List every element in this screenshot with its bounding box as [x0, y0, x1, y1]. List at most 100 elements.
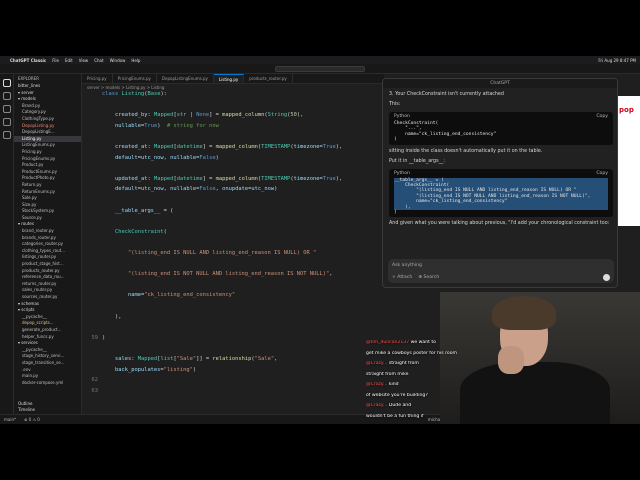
stream-chat-message: @Crazy... straight from [366, 361, 502, 372]
run-debug-icon[interactable] [2, 118, 11, 126]
copy-code-button[interactable]: Copy [596, 171, 608, 176]
editor-tab[interactable]: PricingEnums.py [113, 74, 157, 83]
explorer-item[interactable]: clothing_types_rout... [14, 248, 81, 255]
explorer-item[interactable]: main.py [14, 373, 81, 380]
search-icon[interactable] [2, 92, 11, 100]
menubar-clock[interactable]: Fri Aug 29 8:47 PM [598, 58, 636, 63]
menubar-chat[interactable]: Chat [94, 58, 103, 63]
explorer-item[interactable]: PricingEnums.py [14, 156, 81, 163]
explorer-item[interactable]: products_router.py [14, 268, 81, 275]
chat-code-block-2: Python Copy __table_args__ = ( CheckCons… [389, 168, 613, 218]
code-line: default=utc_now, nullable=False, onupdat… [82, 186, 384, 195]
editor-tab[interactable]: Pricing.py [82, 74, 113, 83]
search-button[interactable]: ⊕ Search [418, 275, 439, 280]
chat-input-box[interactable]: Ask anything + Attach ⊕ Search [388, 259, 614, 283]
explorer-item[interactable]: stage_transition_se... [14, 360, 81, 367]
explorer-item[interactable]: __pycache__ [14, 314, 81, 321]
breadcrumb[interactable]: server > models > Listing.py > Listing [82, 84, 384, 91]
explorer-item[interactable]: ▾ routes [14, 221, 81, 228]
explorer-item[interactable]: .env [14, 367, 81, 374]
explorer-item[interactable]: ▾ models [14, 96, 81, 103]
explorer-sidebar: Explorer bitter_lines ▾ server ▾ models Br… [14, 74, 82, 414]
stream-chat-message: wouldn't be a fun thing if [366, 414, 502, 425]
code-text: nullable=True) # string for now [114, 122, 219, 129]
line-number: 59 [91, 334, 99, 341]
explorer-item[interactable]: brand_router.py [14, 228, 81, 235]
explorer-item[interactable]: sources_router.py [14, 294, 81, 301]
explorer-icon[interactable] [2, 79, 11, 87]
send-icon[interactable] [603, 274, 610, 281]
explorer-item[interactable]: sales_router.py [14, 287, 81, 294]
explorer-item[interactable]: docker-compose.yml [14, 380, 81, 387]
menubar-edit[interactable]: Edit [65, 58, 73, 63]
explorer-item[interactable]: Sale.py [14, 195, 81, 202]
editor-tabs: Pricing.py PricingEnums.py DepopListingEnu… [82, 74, 384, 84]
streamer-hair [492, 296, 556, 330]
chat-input-placeholder[interactable]: Ask anything [392, 263, 610, 268]
menubar-window[interactable]: Window [110, 58, 126, 63]
stream-chat-text: get mike a cowboys poster for his room [366, 350, 458, 356]
explorer-item[interactable]: DepopListing.py [14, 123, 81, 130]
attach-button[interactable]: + Attach [392, 275, 412, 280]
ide-titlebar [0, 64, 640, 74]
code-text: ), [102, 313, 122, 320]
outline-panel[interactable]: Outline [14, 401, 81, 408]
explorer-item[interactable]: Source.py [14, 215, 81, 222]
command-center[interactable] [275, 65, 365, 72]
explorer-item[interactable]: Product.py [14, 162, 81, 169]
menubar-help[interactable]: Help [131, 58, 140, 63]
code-text: created_by: Mapped[str | None] = mapped_… [114, 112, 304, 119]
explorer-item[interactable]: ▾ schemas [14, 301, 81, 308]
extensions-icon[interactable] [2, 131, 11, 139]
explorer-item[interactable]: Pricing.py [14, 149, 81, 156]
code-line: CheckConstraint( [82, 229, 384, 238]
timeline-panel[interactable]: Timeline [14, 407, 81, 414]
explorer-item[interactable]: __pycache__ [14, 347, 81, 354]
explorer-item[interactable]: Listing.py [14, 135, 81, 143]
explorer-item[interactable]: stage_history_servi... [14, 353, 81, 360]
editor-tab[interactable]: Listing.py [213, 74, 245, 83]
explorer-item[interactable]: Brand.py [14, 103, 81, 110]
menubar-view[interactable]: View [79, 58, 89, 63]
editor-tab[interactable]: DepopListingEnums.py [157, 74, 214, 83]
explorer-item[interactable]: listings_router.py [14, 254, 81, 261]
explorer-item[interactable]: returns_router.py [14, 281, 81, 288]
explorer-item[interactable]: ReturnEnums.py [14, 189, 81, 196]
explorer-item[interactable]: reference_data_rou... [14, 274, 81, 281]
stream-chat-user: @Crazy... [366, 361, 388, 366]
explorer-item[interactable]: generate_product... [14, 327, 81, 334]
menubar-app-name[interactable]: ChatGPT Classic [10, 58, 46, 63]
browser-window-sliver: pop [618, 96, 640, 226]
copy-code-button[interactable]: Copy [596, 114, 608, 119]
explorer-item[interactable]: categories_router.py [14, 241, 81, 248]
explorer-item[interactable]: Return.py [14, 182, 81, 189]
explorer-item[interactable]: Category.py [14, 109, 81, 116]
explorer-item[interactable]: ▾ services [14, 340, 81, 347]
explorer-item[interactable]: DepopListingE... [14, 129, 81, 136]
explorer-item[interactable]: ProductPhoto.py [14, 175, 81, 182]
explorer-item[interactable]: ListingEnums.py [14, 142, 81, 149]
chatgpt-messages: 3. Your CheckConstraint isn't currently … [389, 88, 613, 231]
status-problems[interactable]: ⊗ 0 ⚠ 0 [24, 417, 40, 422]
explorer-item[interactable]: depop_scripts... [14, 320, 81, 327]
status-branch[interactable]: main* [4, 417, 16, 422]
explorer-item[interactable]: product_stage_hist... [14, 261, 81, 268]
chat-paragraph: sitting inside the class doesn't automat… [389, 148, 543, 154]
menubar-file[interactable]: File [52, 58, 59, 63]
explorer-item[interactable]: ProductEnums.py [14, 169, 81, 176]
explorer-item[interactable]: StockSystem.py [14, 208, 81, 215]
explorer-item[interactable]: ▾ server [14, 90, 81, 97]
explorer-item[interactable]: brands_router.py [14, 235, 81, 242]
explorer-item[interactable]: helper_funcs.py [14, 334, 81, 341]
explorer-root[interactable]: bitter_lines [14, 83, 81, 90]
code-text: back_populates="listing") [114, 366, 197, 373]
explorer-item[interactable]: ▾ scripts [14, 307, 81, 314]
code-line: default=utc_now, nullable=False) [82, 155, 384, 164]
editor-tab[interactable]: products_router.py [244, 74, 293, 83]
explorer-item[interactable]: Size.py [14, 202, 81, 209]
code-text: created_at: Mapped[datetime] = mapped_co… [114, 144, 343, 150]
source-control-icon[interactable] [2, 105, 11, 113]
code-editor[interactable]: class Listing(Base): created_by: Mapped[… [82, 91, 384, 401]
explorer-item[interactable]: ClothingType.py [14, 116, 81, 123]
